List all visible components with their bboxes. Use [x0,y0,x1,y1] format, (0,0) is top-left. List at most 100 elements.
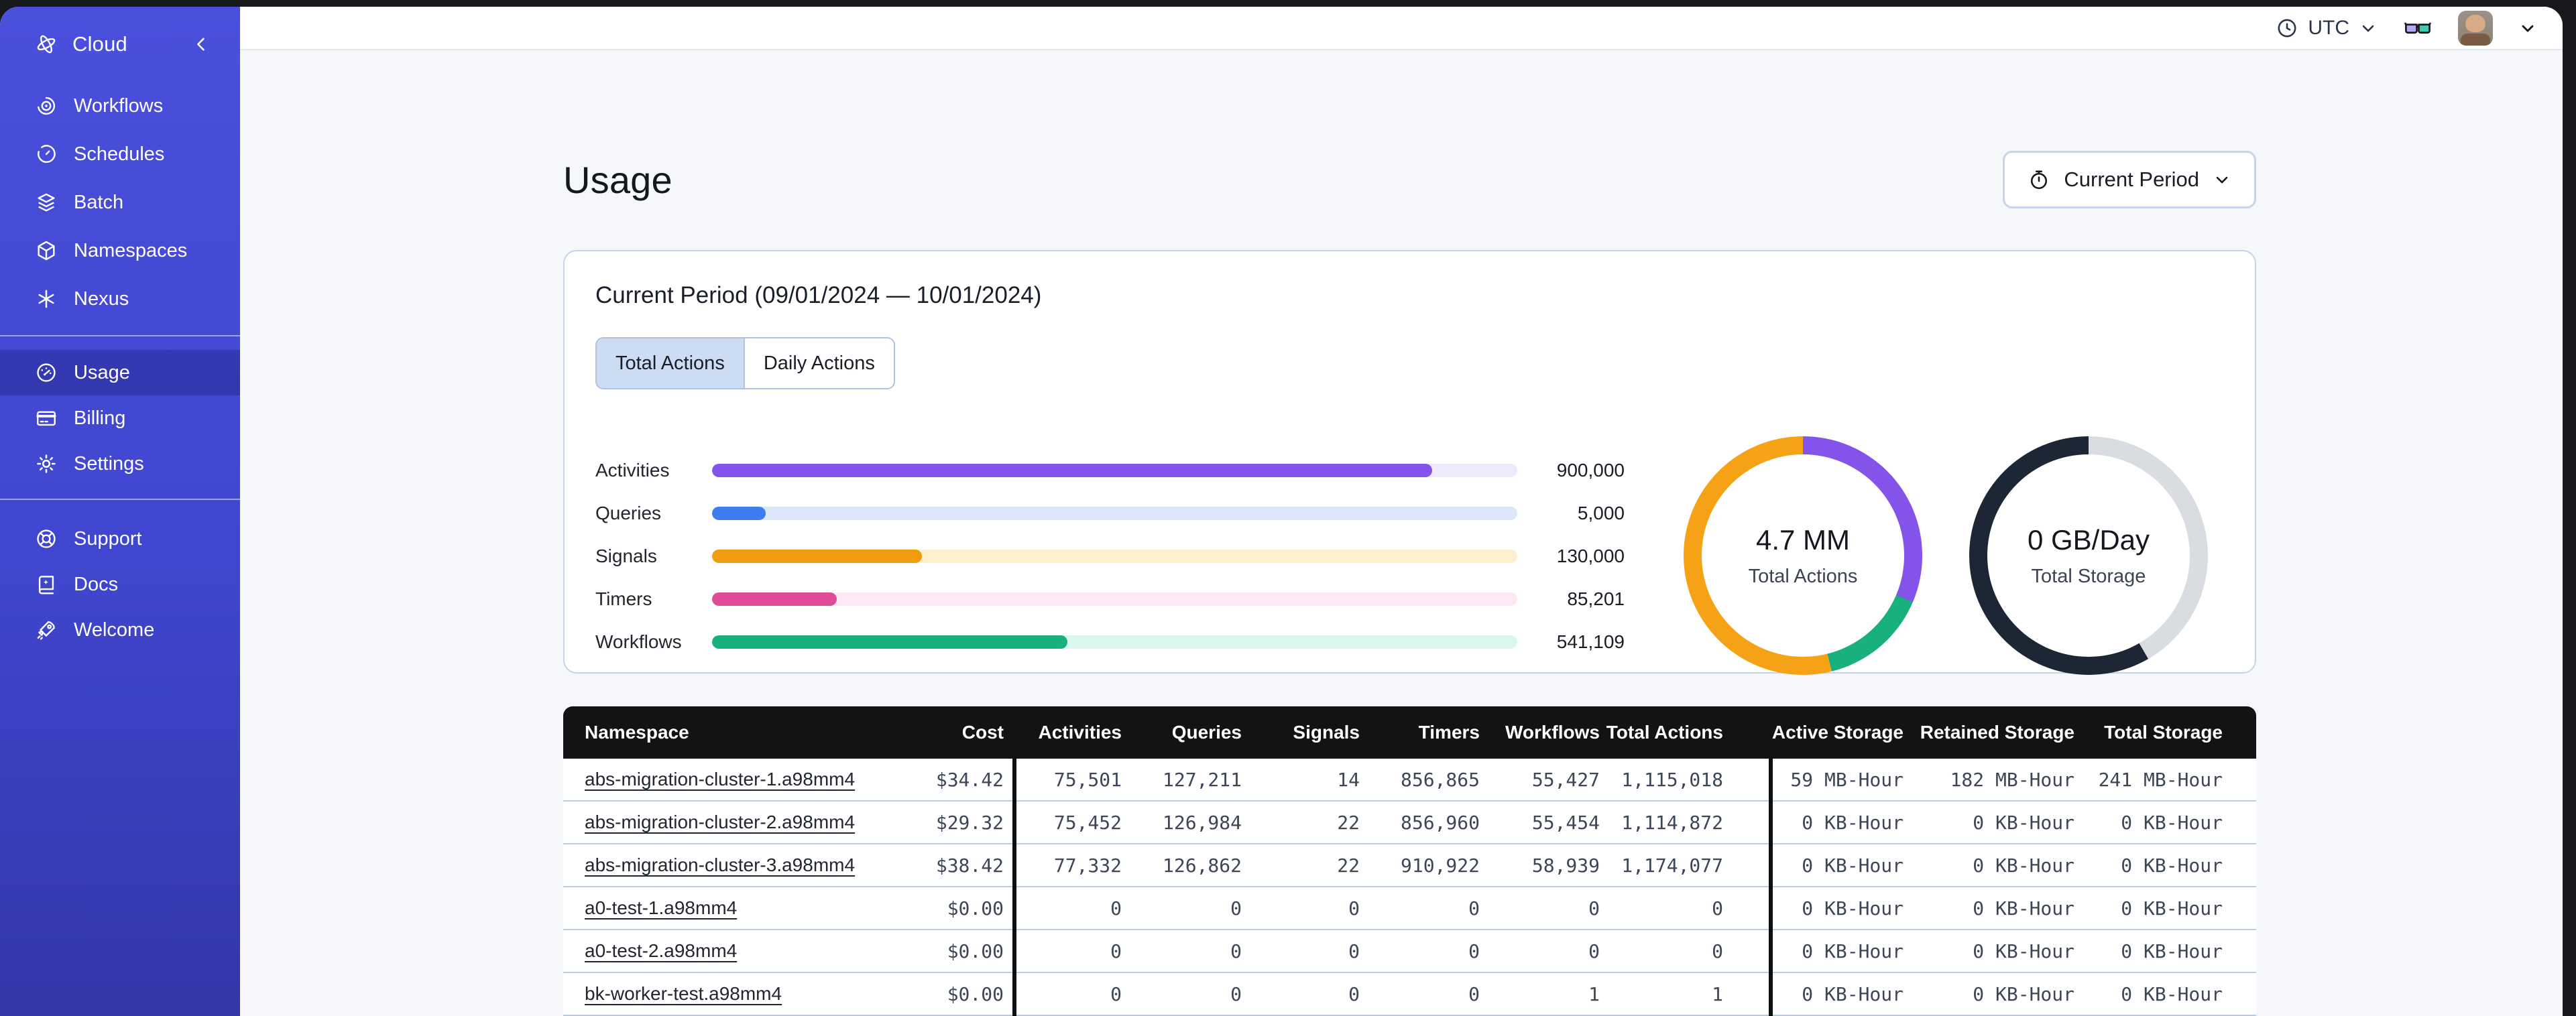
avatar-image [2465,14,2485,32]
sidebar-item-usage[interactable]: Usage [0,350,240,395]
timezone-selector[interactable]: UTC [2276,17,2378,40]
sidebar-collapse-button[interactable] [192,35,211,54]
workflows-cell: 55,454 [1531,811,1600,834]
usage-charts: Activities 900,000 Queries 5,000 Signals [595,436,2224,675]
timezone-label: UTC [2308,16,2349,39]
workflows-cell: 1 [1588,982,1600,1005]
queries-cell: 0 [1230,897,1242,919]
bar-value: 541,109 [1556,631,1625,652]
card-title: Current Period (09/01/2024 — 10/01/2024) [595,282,1042,308]
table-row: abs-migration-cluster-3.a98mm4 $38.42 77… [563,844,2256,887]
active-storage-cell: 0 KB-Hour [1802,940,1904,962]
bar-value: 5,000 [1577,503,1625,523]
retained-storage-cell: 0 KB-Hour [1973,854,2074,877]
table-row: abs-migration-cluster-2.a98mm4 $29.32 75… [563,802,2256,844]
active-storage-cell: 0 KB-Hour [1802,897,1904,919]
sidebar-item-label: Usage [74,361,130,383]
sidebar-item-label: Namespaces [74,239,188,261]
column-header: Timers [1418,722,1480,743]
bar-row-signals: Signals 130,000 [595,546,1625,566]
sidebar-item-label: Support [74,527,142,550]
column-header: Cost [961,722,1004,743]
bar-value: 85,201 [1567,588,1625,609]
sidebar-item-batch[interactable]: Batch [0,178,240,227]
sidebar-item-support[interactable]: Support [0,516,240,562]
total-storage-cell: 0 KB-Hour [2121,811,2223,834]
sidebar-item-billing[interactable]: Billing [0,395,240,441]
sidebar-item-namespaces[interactable]: Namespaces [0,227,240,275]
actions-bar-chart: Activities 900,000 Queries 5,000 Signals [595,460,1625,652]
column-header: Retained Storage [1920,722,2074,743]
tab-daily-actions[interactable]: Daily Actions [744,338,894,388]
activities-cell: 75,452 [1053,811,1122,834]
column-header: Total Storage [2104,722,2223,743]
cost-cell: $0.00 [947,982,1004,1005]
screen: Cloud Workflows Schedules Batch Namespac… [0,0,2576,1016]
sidebar-nav-footer: Support Docs Welcome [0,500,240,653]
total-storage-cell: 0 KB-Hour [2121,940,2223,962]
namespace-link[interactable]: a0-test-2.a98mm4 [585,940,737,961]
total-actions-donut: 4.7 MM Total Actions [1684,436,1922,675]
bar-label: Signals [595,546,657,566]
sidebar-item-welcome[interactable]: Welcome [0,607,240,653]
chevron-down-icon [2213,170,2231,189]
table-row: bk-worker-test.a98mm4 $0.00 0 0 0 0 1 1 … [563,973,2256,1016]
cost-cell: $38.42 [935,854,1004,877]
donut-value: 0 GB/Day [2027,523,2150,556]
activities-cell: 0 [1110,897,1122,919]
bar-track [712,592,1517,606]
bar-row-workflows: Workflows 541,109 [595,631,1625,652]
sidebar-item-nexus[interactable]: Nexus [0,275,240,323]
sidebar-item-workflows[interactable]: Workflows [0,82,240,130]
cost-cell: $0.00 [947,940,1004,962]
signals-cell: 0 [1348,940,1360,962]
queries-cell: 126,862 [1162,854,1242,877]
period-selector-button[interactable]: Current Period [2003,151,2256,208]
total-storage-cell: 0 KB-Hour [2121,982,2223,1005]
total-actions-cell: 1,114,872 [1621,811,1723,834]
glasses-button[interactable] [2403,17,2433,40]
tab-total-actions[interactable]: Total Actions [597,338,745,388]
bar-row-queries: Queries 5,000 [595,503,1625,523]
namespace-link[interactable]: abs-migration-cluster-3.a98mm4 [585,854,855,875]
activities-cell: 75,501 [1053,768,1122,791]
total-actions-cell: 1,174,077 [1621,854,1723,877]
retained-storage-cell: 0 KB-Hour [1973,982,2074,1005]
namespace-link[interactable]: abs-migration-cluster-2.a98mm4 [585,812,855,832]
sidebar-item-schedules[interactable]: Schedules [0,130,240,178]
timers-cell: 0 [1468,897,1480,919]
timers-cell: 0 [1468,940,1480,962]
active-storage-cell: 0 KB-Hour [1802,811,1904,834]
workflows-cell: 58,939 [1531,854,1600,877]
table-group-divider [1012,759,1016,1016]
signals-cell: 22 [1337,854,1360,877]
sidebar-brand-label: Cloud [72,32,127,56]
active-storage-cell: 0 KB-Hour [1802,982,1904,1005]
sidebar-item-label: Settings [74,452,144,474]
bar-track [712,550,1517,563]
activities-cell: 77,332 [1053,854,1122,877]
total-storage-cell: 0 KB-Hour [2121,854,2223,877]
bar-label: Activities [595,460,670,481]
total-actions-cell: 0 [1712,940,1723,962]
table-group-divider [1769,759,1773,1016]
table-body: abs-migration-cluster-1.a98mm4 $34.42 75… [563,759,2256,1016]
column-header: Activities [1038,722,1122,743]
namespace-link[interactable]: a0-test-1.a98mm4 [585,897,737,918]
sidebar-item-label: Batch [74,191,124,213]
bar-value: 130,000 [1556,546,1625,566]
sidebar-item-settings[interactable]: Settings [0,441,240,487]
bar-fill [712,550,923,563]
namespace-link[interactable]: bk-worker-test.a98mm4 [585,983,782,1004]
namespace-link[interactable]: abs-migration-cluster-1.a98mm4 [585,769,855,789]
timers-cell: 856,960 [1400,811,1480,834]
sidebar-item-label: Schedules [74,143,165,165]
user-menu-chevron-icon[interactable] [2518,19,2537,38]
cost-cell: $0.00 [947,897,1004,919]
sidebar-nav-account: Usage Billing Settings [0,336,240,487]
namespaces-cube-icon [35,239,58,262]
active-storage-cell: 0 KB-Hour [1802,854,1904,877]
sidebar-item-docs[interactable]: Docs [0,562,240,607]
workflows-cell: 0 [1588,897,1600,919]
user-avatar[interactable] [2458,10,2493,46]
